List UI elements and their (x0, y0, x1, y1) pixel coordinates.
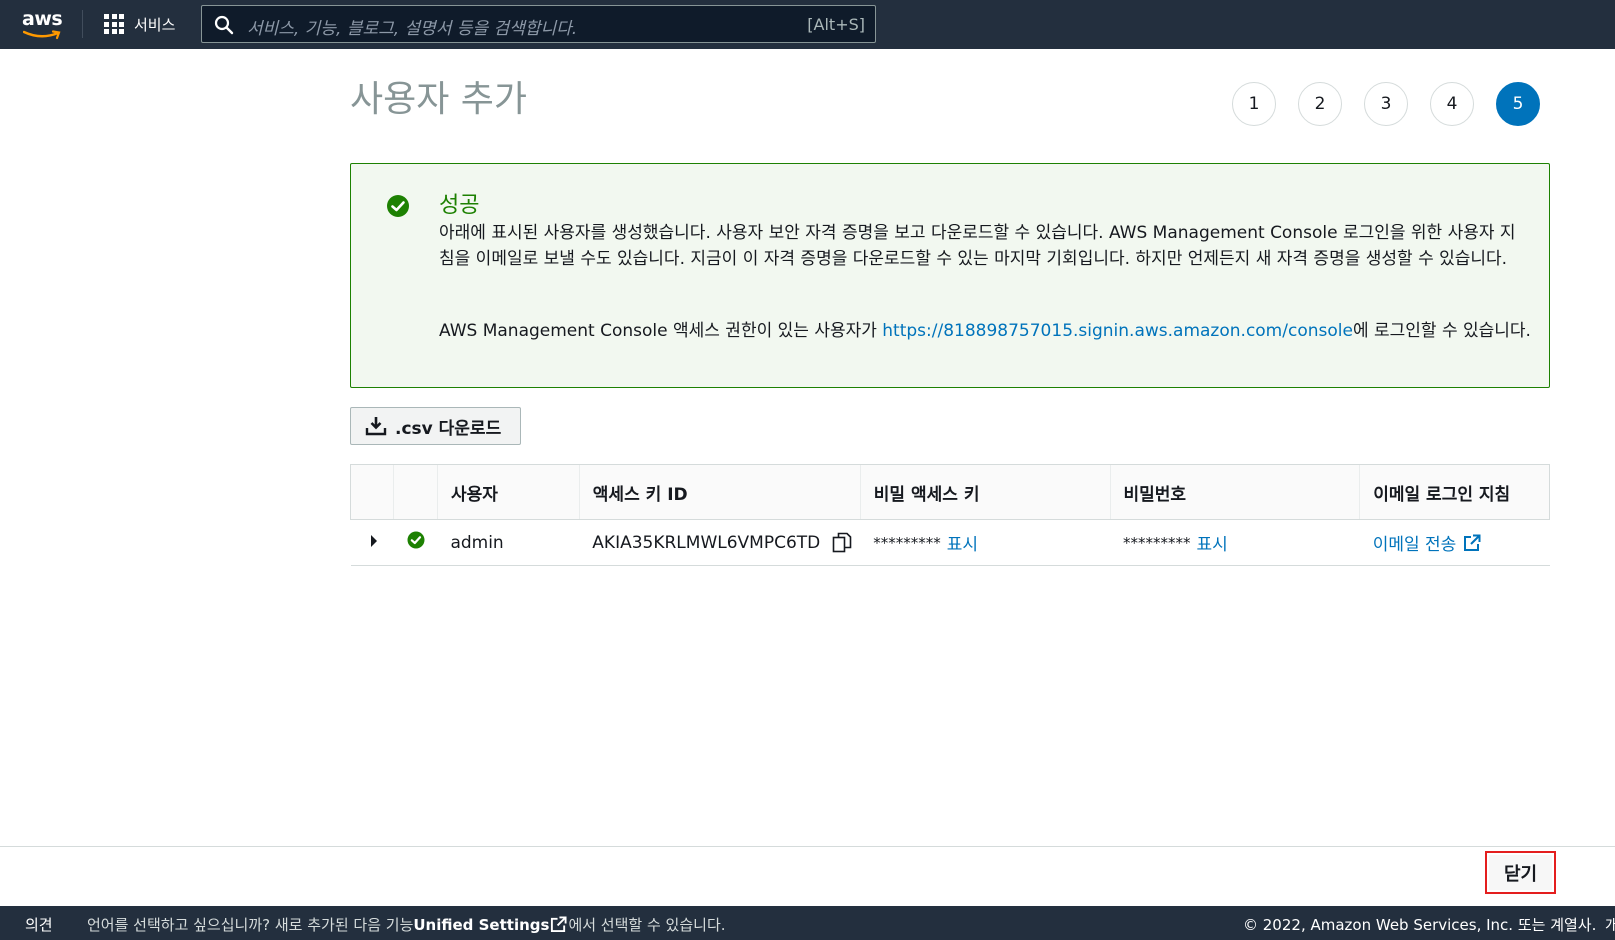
copy-icon[interactable] (832, 532, 852, 554)
step-5[interactable]: 5 (1496, 82, 1540, 126)
search-icon (214, 15, 234, 35)
close-button-inner: 닫기 (1489, 855, 1552, 890)
header-email-instructions: 이메일 로그인 지침 (1359, 464, 1550, 520)
language-notice-suffix: 에서 선택할 수 있습니다. (568, 916, 726, 934)
show-secret-key-link[interactable]: 표시 (947, 530, 978, 555)
close-button-label: 닫기 (1503, 863, 1538, 885)
email-cell: 이메일 전송 (1359, 519, 1550, 566)
step-1[interactable]: 1 (1232, 82, 1276, 126)
aws-logo-text: aws (22, 8, 63, 30)
table-header-row: 사용자 액세스 키 ID 비밀 액세스 키 비밀번호 이메일 로그인 지침 (350, 464, 1550, 520)
table-row: admin AKIA35KRLMWL6VMPC6TD ********* 표시 (350, 519, 1550, 566)
external-link-icon (551, 916, 567, 933)
console-footer: 의견 언어를 선택하고 싶으십니까? 새로 추가된 다음 기능Unified S… (0, 906, 1615, 940)
download-csv-label: .csv 다운로드 (395, 418, 502, 439)
feedback-link[interactable]: 의견 (25, 914, 53, 935)
language-notice: 언어를 선택하고 싶으십니까? 새로 추가된 다음 기능Unified Sett… (87, 914, 726, 935)
step-3[interactable]: 3 (1364, 82, 1408, 126)
console-url-link[interactable]: https://818898757015.signin.aws.amazon.c… (882, 321, 1353, 341)
show-password-link[interactable]: 표시 (1197, 530, 1228, 555)
privacy-link-partial[interactable]: 개 (1605, 914, 1615, 935)
expand-cell[interactable] (350, 519, 394, 566)
secret-key-cell: ********* 표시 (860, 519, 1110, 566)
download-icon (365, 417, 387, 436)
alert-heading: 성공 (439, 193, 480, 218)
access-key-cell: AKIA35KRLMWL6VMPC6TD (579, 519, 861, 566)
download-csv-button[interactable]: .csv 다운로드 (350, 407, 521, 445)
console-prefix: AWS Management Console 액세스 권한이 있는 사용자가 (439, 321, 883, 341)
nav-divider (82, 10, 83, 38)
password-masked: ********* (1123, 533, 1191, 552)
header-expand (350, 464, 394, 520)
search-placeholder: 서비스, 기능, 블로그, 설명서 등을 검색합니다. (247, 19, 578, 39)
step-4[interactable]: 4 (1430, 82, 1474, 126)
search-input[interactable]: 서비스, 기능, 블로그, 설명서 등을 검색합니다. [Alt+S] (201, 5, 876, 43)
top-navigation-bar: aws 서비스 서비스, 기능, 블로그, 설명서 등을 검색합니다. [Alt… (0, 0, 1615, 49)
search-shortcut-hint: [Alt+S] (807, 15, 865, 34)
unified-settings-link[interactable]: Unified Settings (413, 916, 549, 934)
header-secret-access-key: 비밀 액세스 키 (859, 464, 1110, 520)
caret-right-icon[interactable] (369, 534, 379, 548)
password-cell: ********* 표시 (1110, 519, 1360, 566)
aws-logo[interactable]: aws (22, 8, 64, 40)
wizard-steps: 1 2 3 4 5 (1232, 82, 1540, 126)
alert-body: 아래에 표시된 사용자를 생성했습니다. 사용자 보안 자격 증명을 보고 다운… (439, 223, 1516, 269)
header-status (392, 464, 438, 520)
aws-smile-icon (23, 30, 61, 40)
step-2[interactable]: 2 (1298, 82, 1342, 126)
external-link-icon (1464, 534, 1481, 551)
services-menu-button[interactable]: 서비스 (104, 12, 175, 36)
secret-key-masked: ********* (873, 533, 941, 552)
services-label: 서비스 (134, 15, 176, 34)
header-user: 사용자 (436, 464, 580, 520)
success-alert: 성공 아래에 표시된 사용자를 생성했습니다. 사용자 보안 자격 증명을 보고… (350, 163, 1550, 388)
status-cell (393, 519, 438, 566)
grid-icon (104, 14, 124, 34)
header-access-key-id: 액세스 키 ID (578, 464, 861, 520)
credentials-table: 사용자 액세스 키 ID 비밀 액세스 키 비밀번호 이메일 로그인 지침 ad… (350, 464, 1550, 566)
copyright-text: © 2022, Amazon Web Services, Inc. 또는 계열사… (1243, 916, 1597, 934)
header-password: 비밀번호 (1109, 464, 1360, 520)
status-success-icon (407, 531, 425, 549)
wizard-footer-bar (0, 846, 1615, 906)
alert-console-line: AWS Management Console 액세스 권한이 있는 사용자가 h… (439, 316, 1531, 341)
send-email-link[interactable]: 이메일 전송 (1373, 530, 1482, 555)
send-email-label: 이메일 전송 (1372, 535, 1457, 555)
user-cell: admin (437, 519, 580, 566)
access-key-id: AKIA35KRLMWL6VMPC6TD (592, 532, 821, 553)
page-title: 사용자 추가 (350, 79, 528, 120)
language-notice-prefix: 언어를 선택하고 싶으십니까? 새로 추가된 다음 기능 (87, 916, 414, 934)
close-button[interactable]: 닫기 (1485, 851, 1556, 894)
console-suffix: 에 로그인할 수 있습니다. (1352, 321, 1531, 341)
success-check-icon (387, 195, 409, 217)
